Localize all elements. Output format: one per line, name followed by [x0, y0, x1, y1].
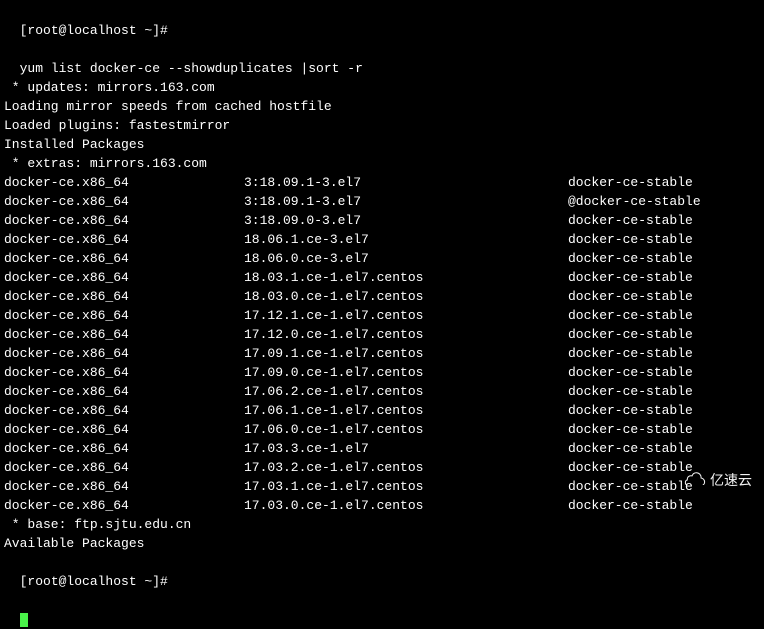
watermark-text: 亿速云 [710, 471, 752, 490]
package-row: docker-ce.x86_6418.06.0.ce-3.el7docker-c… [4, 249, 760, 268]
package-version: 17.12.1.ce-1.el7.centos [244, 306, 568, 325]
package-row: docker-ce.x86_6418.03.0.ce-1.el7.centosd… [4, 287, 760, 306]
package-repo: docker-ce-stable [568, 420, 693, 439]
package-name: docker-ce.x86_64 [4, 477, 244, 496]
package-row: docker-ce.x86_6417.03.0.ce-1.el7.centosd… [4, 496, 760, 515]
package-name: docker-ce.x86_64 [4, 268, 244, 287]
package-version: 18.06.0.ce-3.el7 [244, 249, 568, 268]
trailing-prompt: [root@localhost ~]# [20, 574, 168, 589]
package-version: 17.09.1.ce-1.el7.centos [244, 344, 568, 363]
package-version: 18.06.1.ce-3.el7 [244, 230, 568, 249]
terminal-prompt-line: [root@localhost ~]# yum list docker-ce -… [4, 2, 760, 78]
output-line: * extras: mirrors.163.com [4, 154, 760, 173]
package-version: 18.03.0.ce-1.el7.centos [244, 287, 568, 306]
package-name: docker-ce.x86_64 [4, 401, 244, 420]
package-row: docker-ce.x86_6417.12.0.ce-1.el7.centosd… [4, 325, 760, 344]
package-repo: docker-ce-stable [568, 363, 693, 382]
package-name: docker-ce.x86_64 [4, 230, 244, 249]
package-name: docker-ce.x86_64 [4, 363, 244, 382]
package-list: docker-ce.x86_643:18.09.1-3.el7docker-ce… [4, 173, 760, 515]
trailing-prompt-line: [root@localhost ~]# [4, 553, 760, 629]
package-row: docker-ce.x86_6417.03.1.ce-1.el7.centosd… [4, 477, 760, 496]
output-line: * updates: mirrors.163.com [4, 78, 760, 97]
package-version: 17.12.0.ce-1.el7.centos [244, 325, 568, 344]
package-version: 3:18.09.1-3.el7 [244, 192, 568, 211]
package-version: 17.06.1.ce-1.el7.centos [244, 401, 568, 420]
cloud-icon [684, 471, 706, 490]
package-name: docker-ce.x86_64 [4, 439, 244, 458]
package-repo: docker-ce-stable [568, 477, 693, 496]
output-line: Installed Packages [4, 135, 760, 154]
package-version: 17.03.3.ce-1.el7 [244, 439, 568, 458]
package-version: 17.06.2.ce-1.el7.centos [244, 382, 568, 401]
prompt-user-host: [root@localhost ~]# [20, 23, 168, 38]
package-name: docker-ce.x86_64 [4, 306, 244, 325]
package-repo: docker-ce-stable [568, 249, 693, 268]
package-name: docker-ce.x86_64 [4, 173, 244, 192]
package-name: docker-ce.x86_64 [4, 287, 244, 306]
package-row: docker-ce.x86_6417.03.3.ce-1.el7docker-c… [4, 439, 760, 458]
package-version: 3:18.09.0-3.el7 [244, 211, 568, 230]
package-name: docker-ce.x86_64 [4, 420, 244, 439]
package-repo: docker-ce-stable [568, 439, 693, 458]
package-repo: docker-ce-stable [568, 211, 693, 230]
package-repo: docker-ce-stable [568, 268, 693, 287]
package-row: docker-ce.x86_6418.06.1.ce-3.el7docker-c… [4, 230, 760, 249]
package-repo: docker-ce-stable [568, 496, 693, 515]
cursor-block[interactable] [20, 613, 28, 627]
package-repo: docker-ce-stable [568, 230, 693, 249]
package-name: docker-ce.x86_64 [4, 344, 244, 363]
package-version: 17.09.0.ce-1.el7.centos [244, 363, 568, 382]
package-row: docker-ce.x86_643:18.09.1-3.el7@docker-c… [4, 192, 760, 211]
package-row: docker-ce.x86_643:18.09.1-3.el7docker-ce… [4, 173, 760, 192]
package-name: docker-ce.x86_64 [4, 496, 244, 515]
output-line: Loaded plugins: fastestmirror [4, 116, 760, 135]
package-version: 18.03.1.ce-1.el7.centos [244, 268, 568, 287]
package-repo: docker-ce-stable [568, 325, 693, 344]
package-row: docker-ce.x86_6417.03.2.ce-1.el7.centosd… [4, 458, 760, 477]
output-line: Loading mirror speeds from cached hostfi… [4, 97, 760, 116]
output-header: * updates: mirrors.163.comLoading mirror… [4, 78, 760, 173]
package-name: docker-ce.x86_64 [4, 249, 244, 268]
package-repo: docker-ce-stable [568, 173, 693, 192]
package-version: 17.06.0.ce-1.el7.centos [244, 420, 568, 439]
package-name: docker-ce.x86_64 [4, 458, 244, 477]
package-row: docker-ce.x86_6417.12.1.ce-1.el7.centosd… [4, 306, 760, 325]
output-line: * base: ftp.sjtu.edu.cn [4, 515, 760, 534]
output-footer: * base: ftp.sjtu.edu.cnAvailable Package… [4, 515, 760, 553]
output-line: Available Packages [4, 534, 760, 553]
prompt-command[interactable]: yum list docker-ce --showduplicates |sor… [20, 61, 363, 76]
package-name: docker-ce.x86_64 [4, 211, 244, 230]
package-repo: docker-ce-stable [568, 458, 693, 477]
package-name: docker-ce.x86_64 [4, 325, 244, 344]
package-repo: docker-ce-stable [568, 382, 693, 401]
package-row: docker-ce.x86_643:18.09.0-3.el7docker-ce… [4, 211, 760, 230]
package-row: docker-ce.x86_6417.09.1.ce-1.el7.centosd… [4, 344, 760, 363]
package-version: 17.03.0.ce-1.el7.centos [244, 496, 568, 515]
package-name: docker-ce.x86_64 [4, 192, 244, 211]
package-row: docker-ce.x86_6417.06.1.ce-1.el7.centosd… [4, 401, 760, 420]
package-repo: docker-ce-stable [568, 344, 693, 363]
package-row: docker-ce.x86_6417.09.0.ce-1.el7.centosd… [4, 363, 760, 382]
package-version: 17.03.1.ce-1.el7.centos [244, 477, 568, 496]
package-repo: docker-ce-stable [568, 287, 693, 306]
package-row: docker-ce.x86_6417.06.2.ce-1.el7.centosd… [4, 382, 760, 401]
package-name: docker-ce.x86_64 [4, 382, 244, 401]
package-version: 3:18.09.1-3.el7 [244, 173, 568, 192]
package-row: docker-ce.x86_6418.03.1.ce-1.el7.centosd… [4, 268, 760, 287]
package-repo: @docker-ce-stable [568, 192, 701, 211]
watermark: 亿速云 [684, 471, 752, 490]
package-repo: docker-ce-stable [568, 401, 693, 420]
package-repo: docker-ce-stable [568, 306, 693, 325]
package-row: docker-ce.x86_6417.06.0.ce-1.el7.centosd… [4, 420, 760, 439]
package-version: 17.03.2.ce-1.el7.centos [244, 458, 568, 477]
